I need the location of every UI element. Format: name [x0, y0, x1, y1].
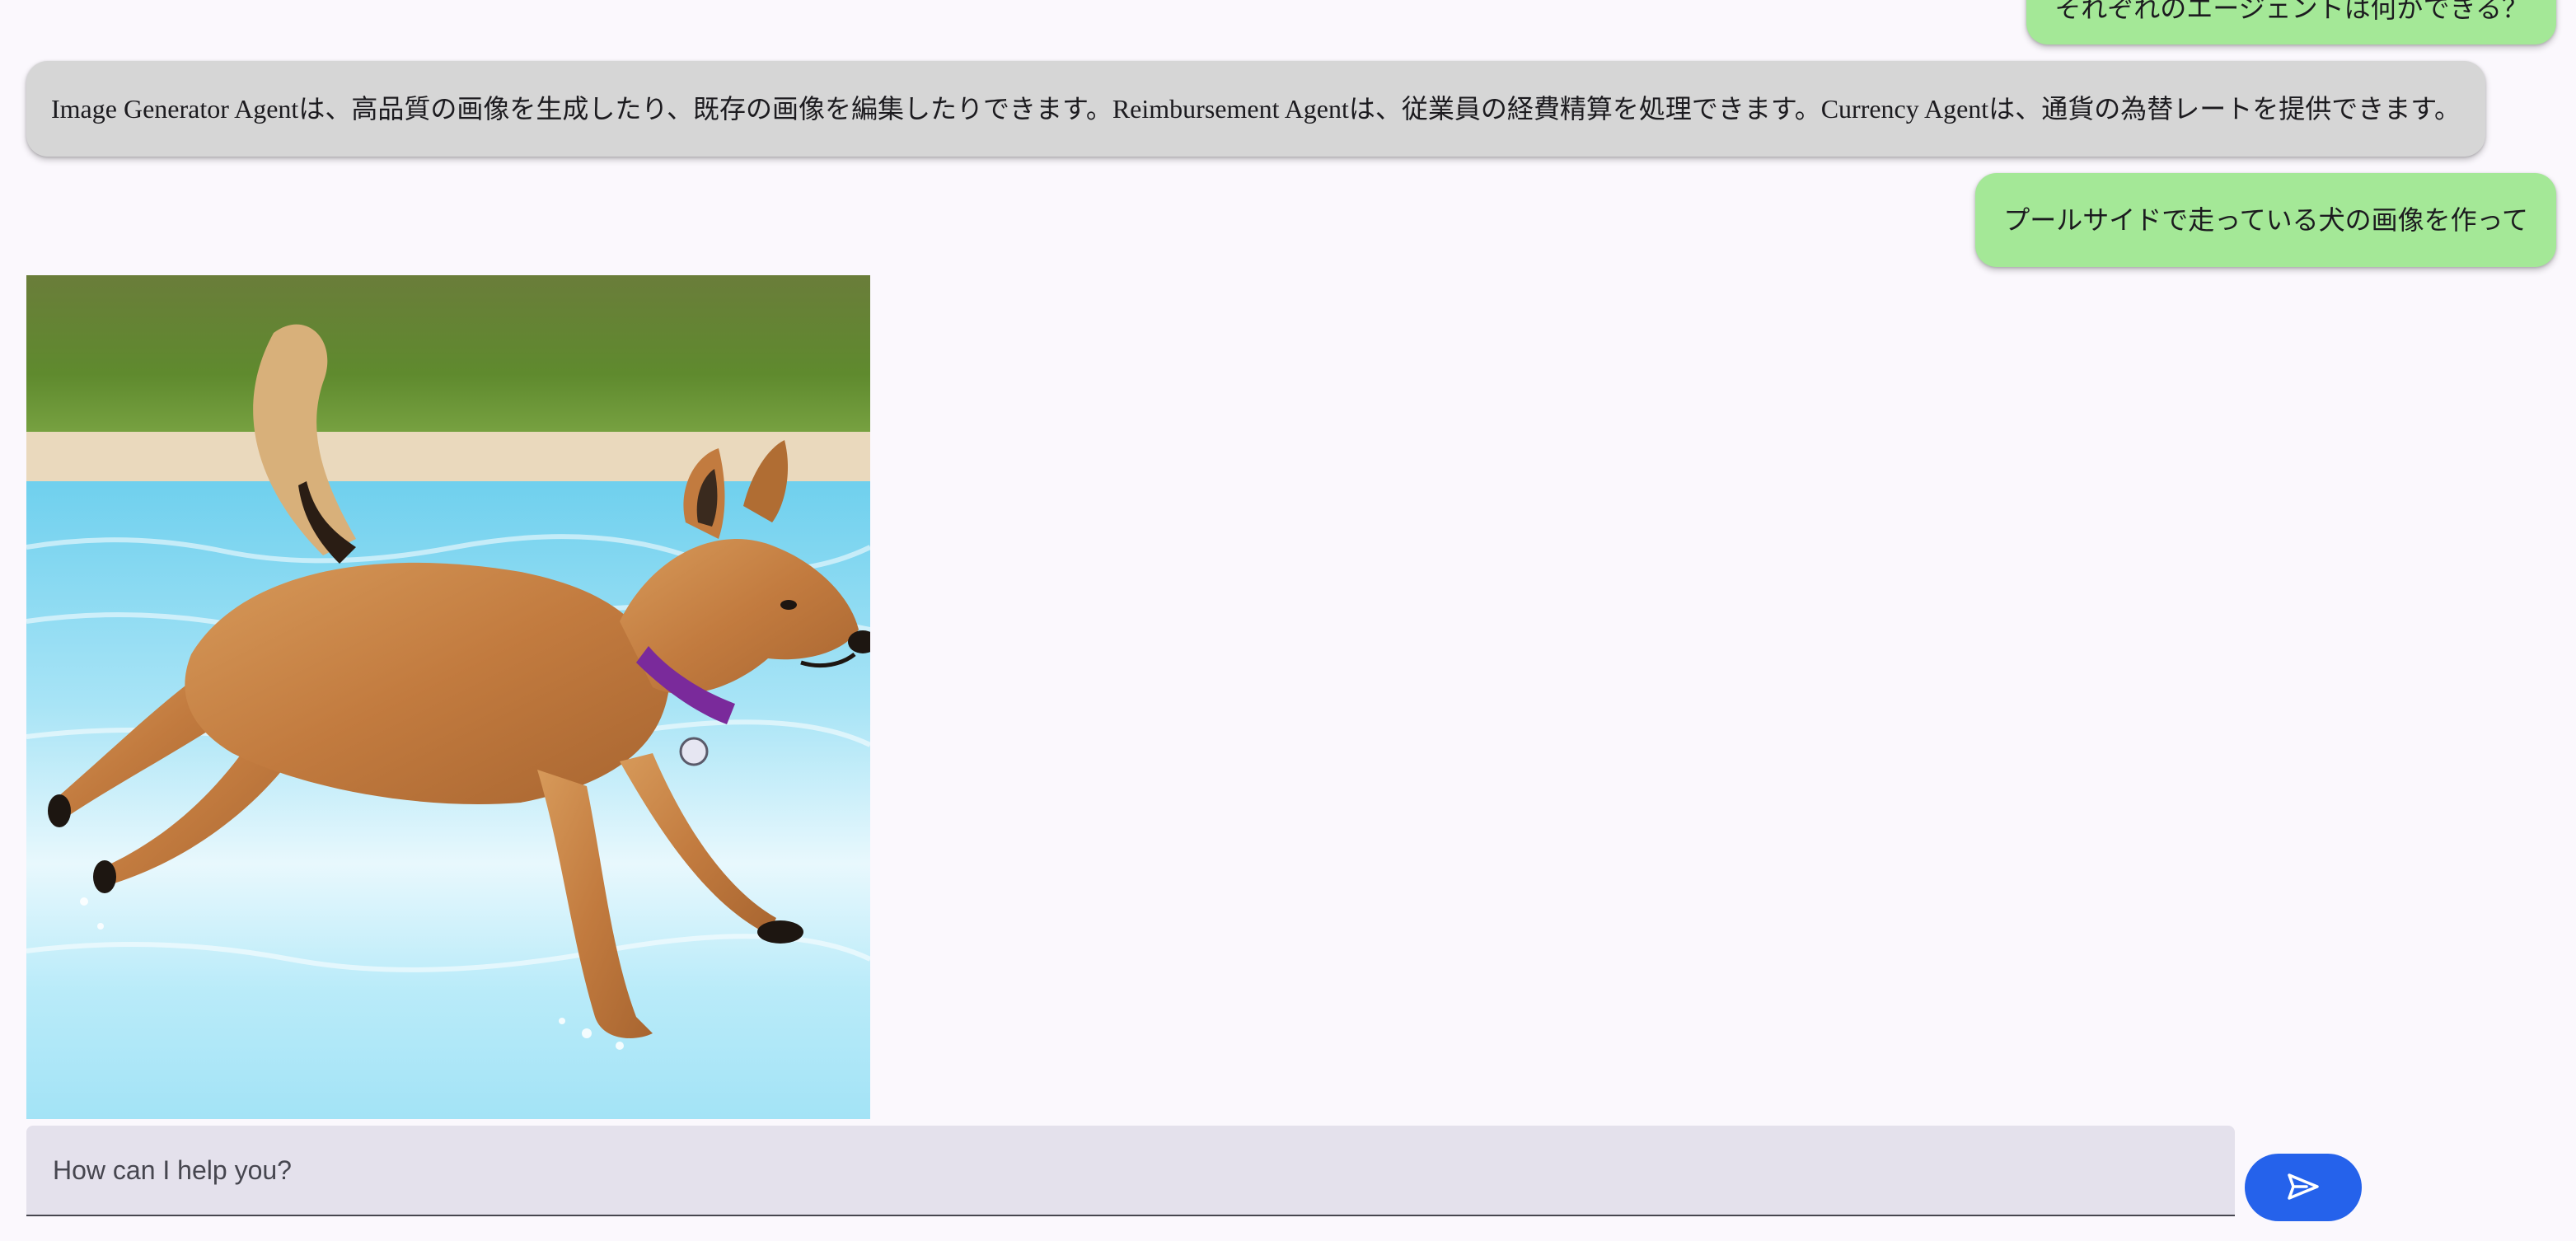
user-message: プールサイドで走っている犬の画像を作って: [1975, 173, 2556, 267]
message-input[interactable]: [26, 1126, 2235, 1215]
agent-message: Image Generator Agentは、高品質の画像を生成したり、既存の画…: [26, 61, 2485, 157]
user-message-text: それぞれのエージェントは何ができる？: [2054, 0, 2528, 23]
user-message: それぞれのエージェントは何ができる？: [2026, 0, 2556, 44]
send-button[interactable]: [2245, 1154, 2362, 1221]
message-composer: [26, 1126, 2235, 1216]
send-icon: [2287, 1173, 2320, 1203]
chat-area: それぞれのエージェントは何ができる？ Image Generator Agent…: [0, 0, 2576, 1241]
agent-message-text: Image Generator Agentは、高品質の画像を生成したり、既存の画…: [51, 94, 2461, 124]
generated-dog-image: [26, 275, 870, 1119]
user-message-text: プールサイドで走っている犬の画像を作って: [2003, 205, 2528, 235]
